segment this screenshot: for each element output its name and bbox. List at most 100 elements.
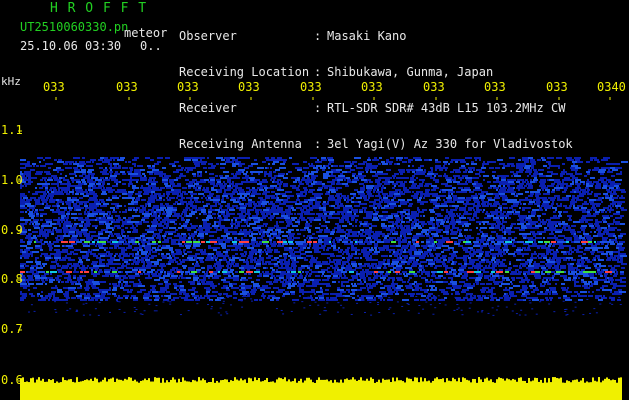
spectrogram-cell xyxy=(28,233,32,235)
spectrogram-cell xyxy=(42,263,47,265)
spectrogram-cell xyxy=(257,275,262,277)
spectrogram-cell xyxy=(267,235,271,237)
spectrogram-cell xyxy=(210,179,215,181)
spectrogram-cell xyxy=(446,221,449,223)
spectrogram-cell xyxy=(147,213,152,215)
spectrogram-cell xyxy=(437,245,442,247)
spectrogram-cell xyxy=(271,197,274,199)
spectrogram-cell xyxy=(591,247,597,249)
spectrogram-cell xyxy=(442,237,449,239)
spectrogram-cell xyxy=(570,167,575,169)
spectrogram-cell xyxy=(590,203,595,205)
spectrogram-cell xyxy=(375,173,381,175)
spectrogram-cell xyxy=(561,183,568,185)
spectrogram-cell xyxy=(88,193,90,195)
spectrogram-cell xyxy=(239,249,243,251)
spectrogram-cell xyxy=(140,175,142,177)
spectrogram-cell xyxy=(46,221,52,223)
spectrogram-cell xyxy=(43,265,45,267)
spectrogram-cell xyxy=(495,193,499,195)
spectrogram-cell xyxy=(280,281,284,283)
spectrogram-cell xyxy=(408,259,415,261)
spectrogram-cell xyxy=(346,281,349,283)
spectrogram-cell xyxy=(369,211,373,213)
spectrogram-cell xyxy=(566,239,572,241)
spectrogram-cell xyxy=(270,263,274,265)
spectrogram-cell xyxy=(157,157,163,159)
spectrogram-cell xyxy=(132,231,138,233)
spectrogram-cell xyxy=(85,207,90,209)
spectrogram-cell xyxy=(485,213,490,215)
spectrogram-cell xyxy=(172,215,176,217)
spectrogram-cell xyxy=(555,283,557,285)
spectrogram-cell xyxy=(104,247,108,249)
spectrogram-cell xyxy=(408,279,410,281)
spectrogram-cell xyxy=(599,267,601,269)
spectrogram-cell xyxy=(498,185,501,187)
spectrogram-cell xyxy=(376,273,378,275)
spectrogram-cell xyxy=(311,183,315,185)
spectrogram-cell xyxy=(246,239,249,241)
spectrogram-cell xyxy=(302,171,307,173)
spectrogram-cell xyxy=(345,185,347,187)
spectrogram-cell xyxy=(312,283,319,285)
spectrogram-cell xyxy=(241,277,246,279)
spectrogram-cell xyxy=(239,285,243,287)
spectrogram-cell xyxy=(435,287,437,289)
spectrogram-cell xyxy=(72,235,78,237)
spectrogram-cell xyxy=(116,263,121,265)
spectrogram-cell xyxy=(473,245,480,247)
spectrogram-cell xyxy=(552,221,554,223)
spectrogram-cell xyxy=(535,277,541,279)
spectrogram-cell xyxy=(227,267,231,269)
spectrogram-cell xyxy=(397,257,400,259)
spectrogram-cell xyxy=(29,223,31,225)
spectrogram-cell xyxy=(151,269,155,271)
spectrogram-cell xyxy=(224,231,230,233)
spectrogram-cell xyxy=(565,207,571,209)
spectrogram-cell xyxy=(48,193,53,195)
spectrogram-cell xyxy=(455,207,458,209)
spectrogram-cell xyxy=(45,219,52,221)
spectrogram-cell xyxy=(96,243,102,245)
spectrogram-cell xyxy=(137,251,139,253)
spectrogram-cell xyxy=(248,199,252,201)
spectrogram-cell xyxy=(280,163,285,165)
spectrogram-cell xyxy=(478,275,483,277)
spectrogram-cell xyxy=(598,259,604,261)
spectrogram-cell xyxy=(334,227,341,229)
spectrogram-cell xyxy=(80,271,83,273)
spectrogram-cell xyxy=(443,249,450,251)
spectrogram-cell xyxy=(456,219,461,221)
spectrogram-cell xyxy=(145,229,150,231)
spectrogram-cell xyxy=(513,265,518,267)
spectrogram-cell xyxy=(62,227,64,229)
spectrogram-cell xyxy=(25,279,28,281)
spectrogram-cell xyxy=(184,193,186,195)
spectrogram-cell xyxy=(135,199,140,201)
spectrogram-cell xyxy=(167,199,171,201)
spectrogram-cell xyxy=(469,261,475,263)
spectrogram-cell xyxy=(362,269,364,271)
spectrogram-cell xyxy=(530,193,534,195)
spectrogram-cell xyxy=(192,207,197,209)
spectrogram-cell xyxy=(281,265,283,267)
spectrogram-cell xyxy=(558,235,565,237)
spectrogram-cell xyxy=(189,235,195,237)
spectrogram-cell xyxy=(472,237,474,239)
spectrogram-cell xyxy=(413,235,420,237)
spectrogram-cell xyxy=(228,193,235,195)
spectrogram-cell xyxy=(33,165,35,167)
spectrogram-cell xyxy=(385,179,390,181)
spectrogram-cell xyxy=(584,175,587,177)
spectrogram-cell xyxy=(381,255,388,257)
spectrogram-cell xyxy=(174,189,181,191)
spectrogram-cell xyxy=(341,277,348,279)
spectrogram-cell xyxy=(503,189,506,191)
spectrogram-cell xyxy=(241,237,243,239)
spectrogram-cell xyxy=(475,187,480,189)
spectrogram-cell xyxy=(597,161,600,163)
spectrogram-cell xyxy=(105,255,112,257)
spectrogram-cell xyxy=(523,237,526,239)
spectrogram-cell xyxy=(253,219,258,221)
